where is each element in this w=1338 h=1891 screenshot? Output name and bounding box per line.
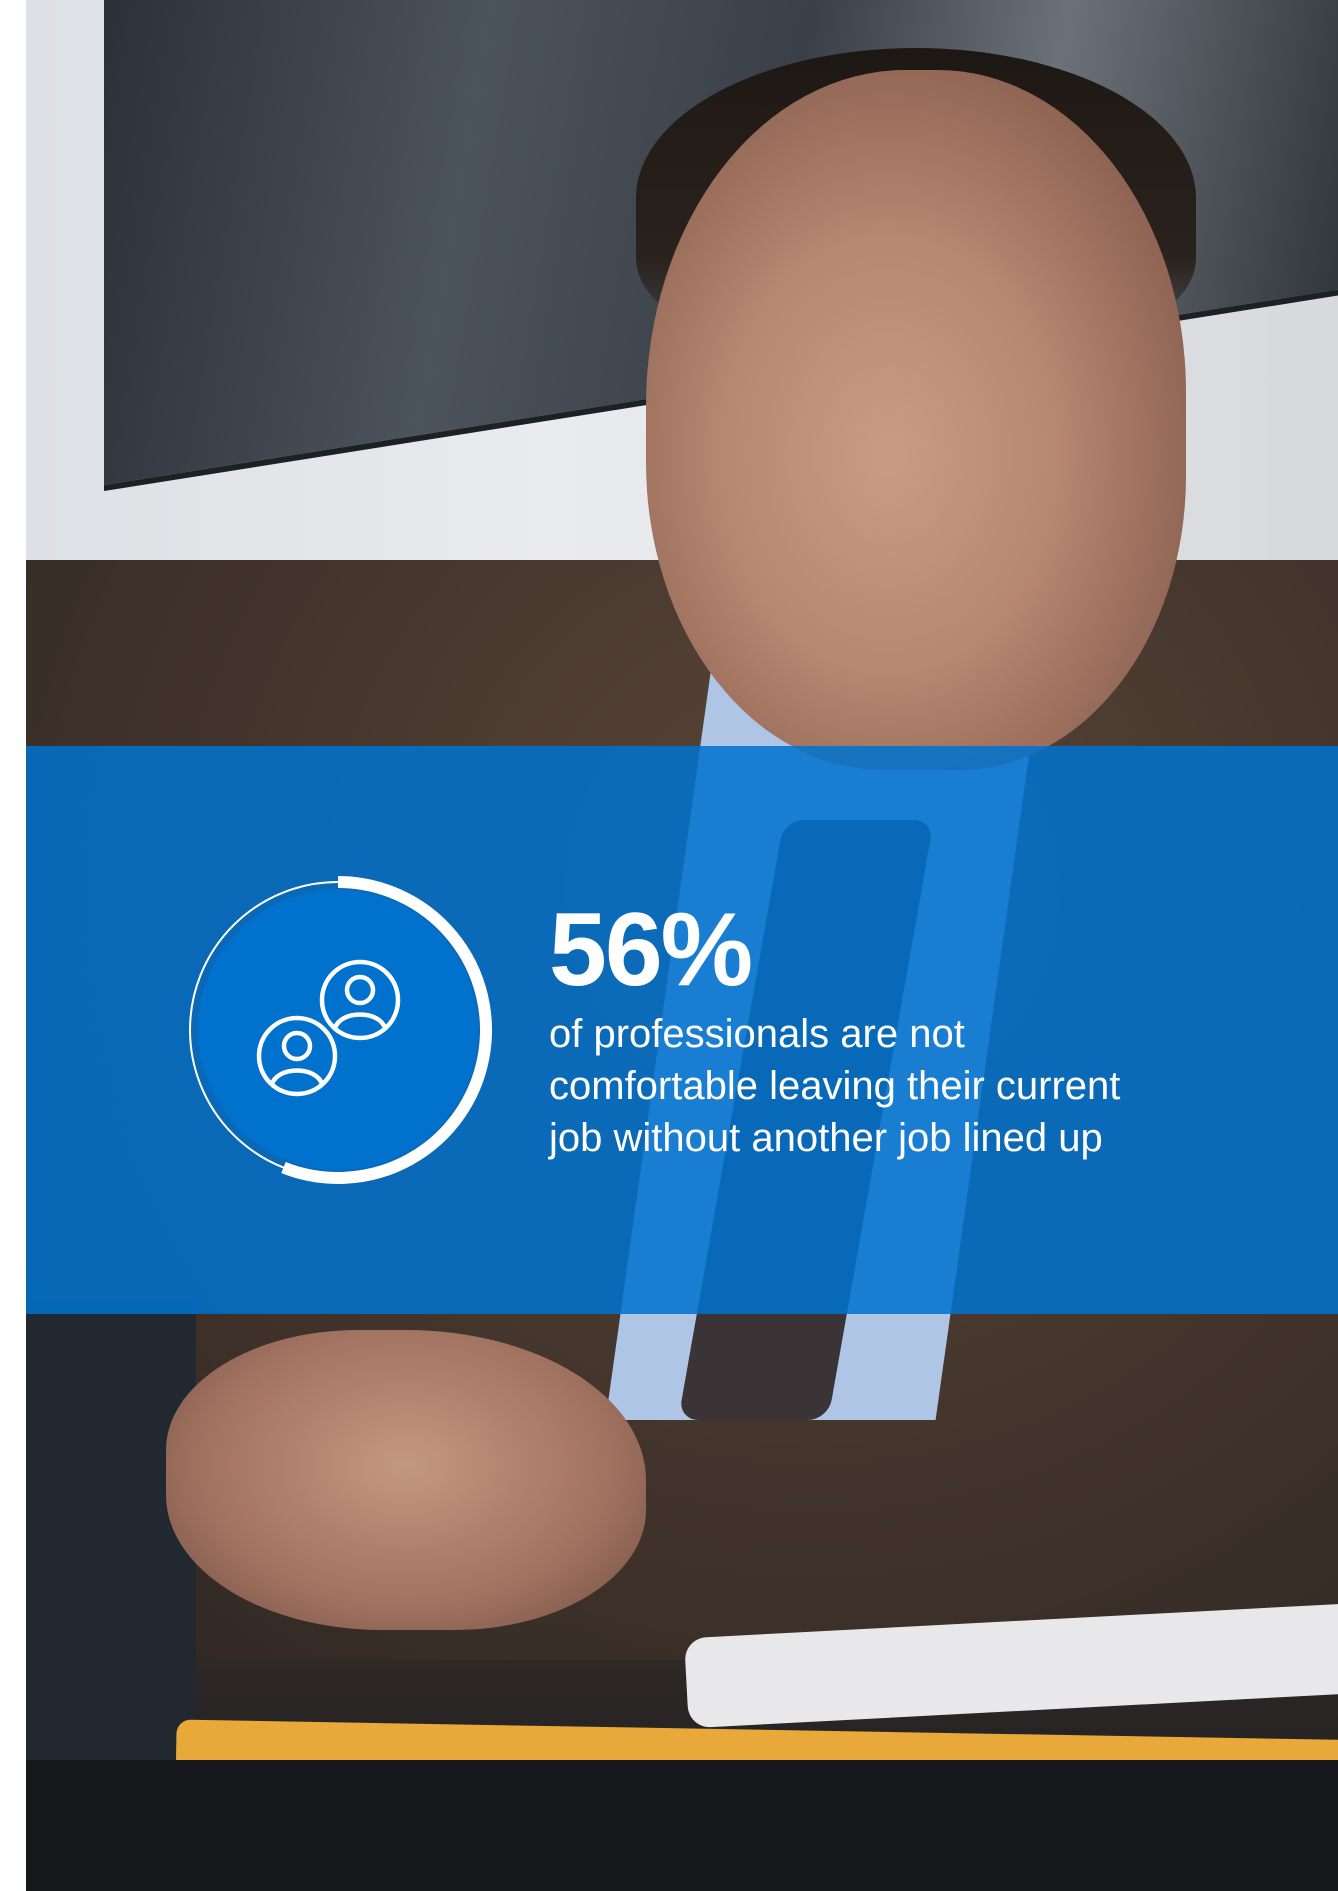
stat-donut: [189, 876, 492, 1184]
stat-description: of professionals are not comfortable lea…: [549, 1012, 1121, 1160]
desk: [26, 1760, 1338, 1891]
stat-value: 56%: [549, 892, 753, 1008]
laptop: [26, 1300, 196, 1780]
hands: [166, 1330, 646, 1630]
face: [646, 70, 1186, 770]
